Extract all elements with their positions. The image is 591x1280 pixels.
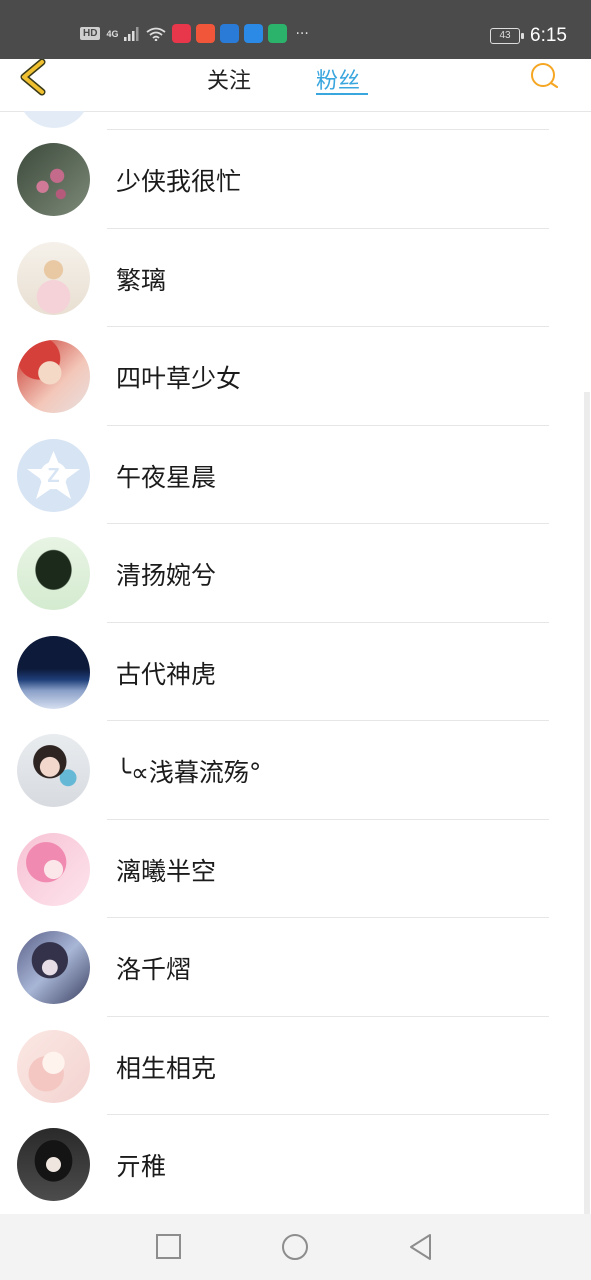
- status-right: 43 6:15: [490, 25, 567, 47]
- top-nav-bar: 关注 粉丝: [0, 59, 591, 112]
- divider: [107, 818, 549, 820]
- fan-list-item[interactable]: 四叶草少女: [0, 326, 591, 424]
- divider: [107, 1015, 549, 1017]
- clock: 6:15: [530, 25, 567, 46]
- fan-name: 漓曦半空: [116, 856, 217, 886]
- fan-list-item[interactable]: 漓曦半空: [0, 818, 591, 917]
- taobao-icon: [196, 24, 216, 43]
- avatar[interactable]: [17, 537, 90, 610]
- fan-name: 繁璃: [116, 265, 167, 295]
- avatar[interactable]: Z: [17, 438, 90, 512]
- avatar[interactable]: [17, 931, 90, 1004]
- divider: [107, 621, 549, 623]
- more-notifications-icon: ···: [295, 25, 309, 42]
- tab-fans[interactable]: 粉丝: [316, 63, 360, 95]
- status-left: HD 4G ···: [80, 24, 309, 43]
- tmall-icon: [172, 24, 192, 43]
- fan-name: ╰∝浅暮流殇°: [116, 758, 262, 787]
- tab-following[interactable]: 关注: [207, 63, 251, 95]
- recent-apps-icon[interactable]: [152, 1230, 186, 1264]
- status-bar: HD 4G ··· 43 6:15: [0, 0, 591, 59]
- fan-list-item[interactable]: 洛千熠: [0, 917, 591, 1015]
- fan-list-item[interactable]: ╰∝浅暮流殇°: [0, 720, 591, 818]
- fan-list-item[interactable]: 古代神虎: [0, 621, 591, 720]
- battery-icon: 43: [490, 28, 525, 44]
- avatar[interactable]: [17, 635, 90, 709]
- fans-list[interactable]: 少侠我很忙繁璃四叶草少女 Z 午夜星晨清扬婉兮古代神虎 ╰∝浅暮流殇° 漓曦半空洛千熠相…: [0, 111, 591, 1214]
- avatar[interactable]: [17, 241, 90, 315]
- fan-name: 古代神虎: [116, 659, 217, 689]
- back-icon[interactable]: [404, 1230, 438, 1264]
- news-icon: [268, 24, 288, 43]
- home-icon[interactable]: [278, 1230, 312, 1264]
- divider: [107, 326, 549, 327]
- fan-name: 清扬婉兮: [116, 561, 217, 590]
- fan-list-item[interactable]: 相生相克: [0, 1015, 591, 1114]
- divider: [107, 720, 549, 721]
- avatar[interactable]: [17, 143, 90, 216]
- fan-list-item[interactable]: 亓稚: [0, 1114, 591, 1212]
- fan-list-item[interactable]: Z 午夜星晨: [0, 424, 591, 523]
- divider: [107, 129, 549, 130]
- network-type: 4G: [106, 28, 119, 39]
- fan-name: 相生相克: [116, 1053, 217, 1083]
- fan-list-item[interactable]: 清扬婉兮: [0, 523, 591, 621]
- scrollbar[interactable]: [584, 392, 590, 1214]
- fan-name: 四叶草少女: [116, 364, 242, 393]
- divider: [107, 424, 549, 426]
- fan-name: 洛千熠: [116, 955, 192, 984]
- avatar[interactable]: [17, 832, 90, 906]
- app-blue-icon: [220, 24, 240, 43]
- qq-browser-icon: [244, 24, 264, 43]
- fan-name: 午夜星晨: [116, 462, 217, 492]
- back-arrow-icon[interactable]: [14, 59, 54, 99]
- avatar[interactable]: [17, 340, 90, 413]
- fan-name: 少侠我很忙: [116, 167, 242, 196]
- search-icon[interactable]: [529, 61, 561, 93]
- fan-list-item[interactable]: 少侠我很忙: [0, 129, 591, 227]
- divider: [107, 523, 549, 524]
- divider: [107, 1114, 549, 1115]
- signal-icon: [124, 26, 139, 41]
- divider: [107, 227, 549, 229]
- avatar[interactable]: [17, 1128, 90, 1201]
- fan-name: 亓稚: [116, 1152, 167, 1181]
- wifi-icon: [146, 27, 167, 41]
- svg-text:Z: Z: [47, 465, 59, 487]
- hd-badge: HD: [80, 27, 101, 40]
- divider: [107, 917, 549, 918]
- avatar: [18, 111, 90, 128]
- fan-list-item[interactable]: 繁璃: [0, 227, 591, 326]
- system-nav-bar: [0, 1214, 591, 1280]
- active-tab-indicator: [316, 93, 368, 95]
- avatar[interactable]: [17, 734, 90, 807]
- avatar[interactable]: [17, 1029, 90, 1103]
